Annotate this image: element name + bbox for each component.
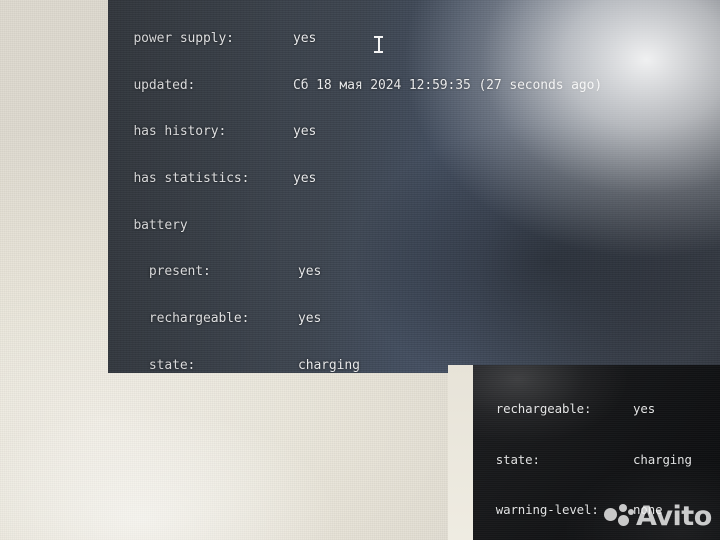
terminal-line: warning-level: none bbox=[481, 502, 707, 519]
line-key: warning-level: bbox=[481, 502, 599, 518]
line-key: has history: bbox=[118, 124, 227, 140]
line-key: rechargeable: bbox=[118, 310, 250, 326]
terminal-line: has statistics: yes bbox=[118, 171, 602, 187]
line-key: state: bbox=[118, 357, 196, 373]
line-key: present: bbox=[118, 264, 211, 280]
terminal-line: rechargeable: yes bbox=[118, 311, 602, 327]
line-value: yes bbox=[298, 310, 322, 326]
line-key: has statistics: bbox=[118, 171, 250, 187]
terminal-window-secondary[interactable]: rechargeable: yes state: charging warning-… bbox=[473, 365, 720, 540]
terminal-primary-output: power supply: yes updated: Сб 18 мая 2024 … bbox=[118, 0, 602, 373]
line-key: rechargeable: bbox=[481, 400, 592, 416]
line-value: yes bbox=[293, 124, 317, 140]
terminal-line: state: charging bbox=[481, 452, 707, 469]
terminal-line: power supply: yes bbox=[118, 31, 602, 47]
line-value: yes bbox=[633, 400, 656, 416]
line-key: power supply: bbox=[118, 31, 234, 47]
terminal-secondary-output: rechargeable: yes state: charging warning-… bbox=[481, 367, 707, 540]
line-value: Сб 18 мая 2024 12:59:35 (27 seconds ago) bbox=[293, 77, 603, 93]
line-key: updated: bbox=[118, 77, 196, 93]
photo-of-monitor-screen: power supply: yes updated: Сб 18 мая 2024 … bbox=[0, 0, 720, 540]
line-key: state: bbox=[481, 451, 540, 467]
desktop-gap-left-of-secondary-terminal bbox=[448, 365, 473, 540]
terminal-line: updated: Сб 18 мая 2024 12:59:35 (27 seco… bbox=[118, 78, 602, 94]
line-value: yes bbox=[298, 264, 322, 280]
line-value: none bbox=[633, 502, 663, 518]
line-value: charging bbox=[633, 451, 692, 467]
terminal-line: rechargeable: yes bbox=[481, 401, 707, 418]
line-value: yes bbox=[293, 31, 317, 47]
terminal-line: has history: yes bbox=[118, 124, 602, 140]
terminal-line: present: yes bbox=[118, 264, 602, 280]
line-value: yes bbox=[293, 171, 317, 187]
terminal-line: battery bbox=[118, 218, 602, 234]
terminal-window-primary[interactable]: power supply: yes updated: Сб 18 мая 2024 … bbox=[108, 0, 720, 373]
line-key: battery bbox=[118, 217, 188, 233]
line-value: charging bbox=[298, 357, 360, 373]
